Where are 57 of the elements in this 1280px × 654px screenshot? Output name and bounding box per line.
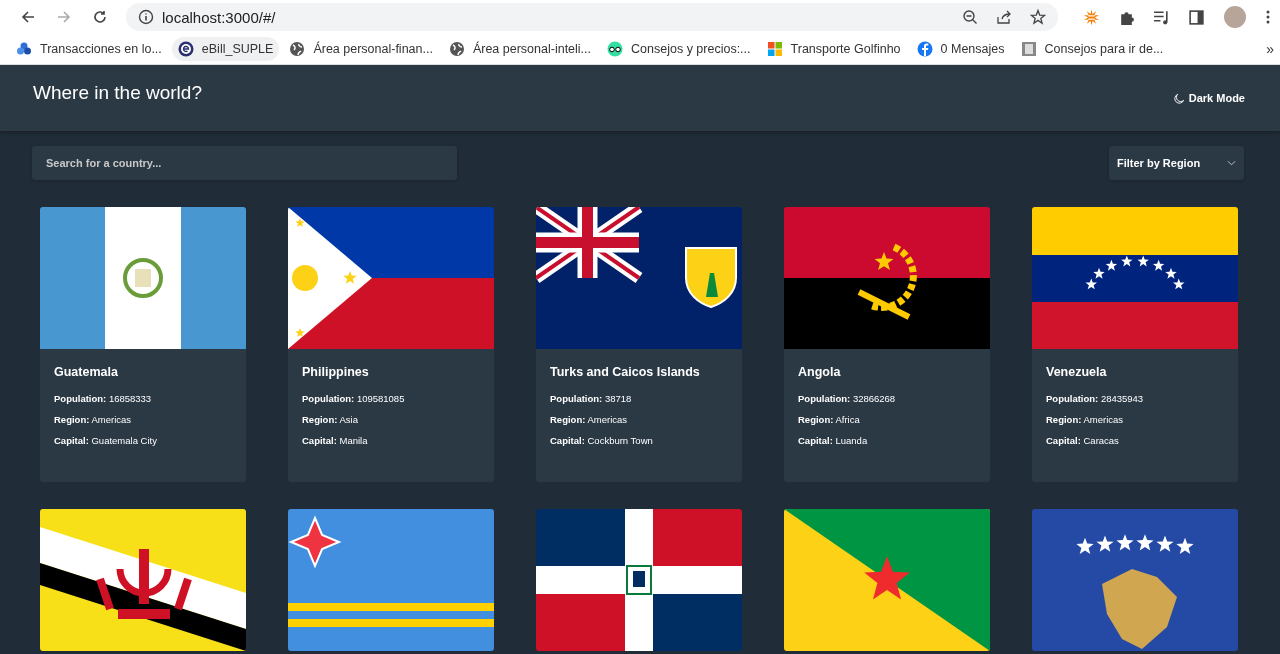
population-text: Population: 16858333	[54, 393, 153, 404]
country-name: Venezuela	[1046, 365, 1108, 379]
bookmark[interactable]: Área personal-inteli...	[442, 37, 598, 61]
info-icon	[138, 9, 154, 25]
search-field[interactable]: Search for a country...	[32, 146, 457, 180]
country-card[interactable]: Philippines Population: 109581085 Region: Asia Capital: Manila	[288, 207, 494, 482]
extension-icon[interactable]	[1083, 8, 1100, 26]
bookmark[interactable]: eBill_SUPLE	[171, 37, 280, 61]
country-card[interactable]: Venezuela Population: 28435943 Region: Americas Capital: Caracas	[1032, 207, 1238, 482]
more-bookmarks[interactable]: »	[1266, 41, 1274, 57]
e-logo-icon	[177, 41, 194, 57]
logo-icon	[16, 41, 32, 57]
star-icon[interactable]	[1030, 9, 1046, 25]
capital-text: Capital: Manila	[302, 435, 369, 446]
capital-text: Capital: Caracas	[1046, 435, 1120, 446]
bookmark[interactable]: Transacciones en lo...	[10, 37, 168, 61]
capital-text: Capital: Luanda	[798, 435, 869, 446]
country-name: Turks and Caicos Islands	[550, 365, 701, 379]
owl-logo-icon	[607, 41, 624, 57]
country-name: Guatemala	[54, 365, 119, 379]
app-title: Where in the world?	[33, 82, 202, 104]
country-card[interactable]: Turks and Caicos Islands Population: 38718 Region: Americas Capital: Cockburn Town	[536, 207, 742, 482]
country-card[interactable]: Guatemala Population: 16858333 Region: Americas Capital: Guatemala City	[40, 207, 246, 482]
bookmark[interactable]: Área personal-finan...	[283, 37, 439, 61]
region-text: Region: Africa	[798, 414, 861, 425]
globe-icon	[289, 41, 306, 57]
region-filter-dropdown[interactable]: Filter by Region	[1109, 146, 1244, 180]
thumbnail-icon	[1020, 41, 1037, 57]
region-text: Region: Americas	[550, 414, 629, 425]
share-icon[interactable]	[996, 9, 1012, 25]
country-name: Angola	[798, 365, 842, 379]
moon-icon	[1173, 92, 1185, 104]
population-text: Population: 38718	[550, 393, 633, 404]
grid-logo-icon	[766, 41, 783, 57]
chevron-down-icon	[1227, 160, 1236, 166]
region-text: Region: Americas	[1046, 414, 1125, 425]
zoom-out-icon[interactable]	[962, 9, 978, 25]
bookmark[interactable]: Consejos para ir de...	[1014, 37, 1170, 61]
menu-icon[interactable]	[1266, 9, 1270, 25]
country-name: Philippines	[302, 365, 370, 379]
media-icon[interactable]	[1153, 8, 1170, 26]
dark-mode-toggle[interactable]: Dark Mode	[1173, 92, 1245, 104]
globe-icon	[448, 41, 465, 57]
capital-text: Capital: Guatemala City	[54, 435, 158, 446]
population-text: Population: 109581085	[302, 393, 406, 404]
bookmark[interactable]: Transporte Golfinho	[760, 37, 907, 61]
address-bar[interactable]: localhost:3000/#/	[126, 3, 1058, 31]
country-card[interactable]: Angola Population: 32866268 Region: Africa Capital: Luanda	[784, 207, 990, 482]
f-logo-icon	[916, 41, 933, 57]
population-text: Population: 32866268	[798, 393, 897, 404]
bookmark[interactable]: 0 Mensajes	[910, 37, 1011, 61]
side-panel-icon[interactable]	[1188, 8, 1205, 26]
bookmark[interactable]: Consejos y precios:...	[601, 37, 757, 61]
region-text: Region: Americas	[54, 414, 133, 425]
population-text: Population: 28435943	[1046, 393, 1145, 404]
capital-text: Capital: Cockburn Town	[550, 435, 654, 446]
region-text: Region: Asia	[302, 414, 359, 425]
